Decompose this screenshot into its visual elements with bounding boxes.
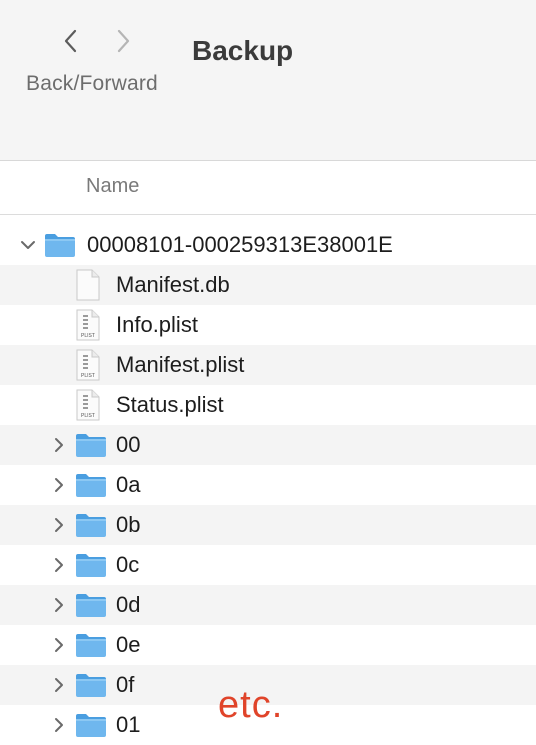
chevron-right-icon[interactable] [49, 705, 69, 745]
chevron-right-icon [117, 29, 130, 53]
file-row[interactable]: PLIST Manifest.plist [0, 345, 536, 385]
folder-icon [75, 705, 107, 745]
item-name: 0a [116, 472, 141, 497]
item-name: 0b [116, 512, 141, 537]
folder-row[interactable]: 0c [0, 545, 536, 585]
item-name: Manifest.db [116, 272, 230, 297]
folder-icon [75, 425, 107, 465]
chevron-right-icon[interactable] [49, 545, 69, 585]
folder-row[interactable]: 0e [0, 625, 536, 665]
item-name: 0d [116, 592, 141, 617]
item-name: 0f [116, 672, 135, 697]
plist-file-icon: PLIST [75, 345, 101, 385]
folder-icon [75, 585, 107, 625]
file-list: 00008101-000259313E38001E Manifest.db PLIS… [0, 225, 536, 745]
column-header-name[interactable]: Name [86, 175, 139, 198]
folder-row[interactable]: 0d [0, 585, 536, 625]
folder-row[interactable]: 0a [0, 465, 536, 505]
back-button[interactable] [56, 26, 86, 56]
folder-row[interactable]: 00 [0, 425, 536, 465]
chevron-right-icon[interactable] [49, 465, 69, 505]
folder-icon [75, 465, 107, 505]
chevron-right-icon[interactable] [49, 425, 69, 465]
item-name: Info.plist [116, 312, 198, 337]
folder-icon [44, 225, 76, 265]
window-title: Backup [192, 35, 294, 66]
folder-icon [75, 505, 107, 545]
plist-file-icon: PLIST [75, 305, 101, 345]
item-name: Status.plist [116, 392, 224, 417]
svg-text:PLIST: PLIST [81, 413, 95, 419]
toolbar: Back/Forward Backup [0, 0, 536, 161]
column-header-row: Name [0, 161, 536, 215]
item-name: 00 [116, 432, 141, 457]
chevron-right-icon[interactable] [49, 585, 69, 625]
chevron-left-icon [64, 29, 77, 53]
svg-text:PLIST: PLIST [81, 333, 95, 339]
forward-button[interactable] [108, 26, 138, 56]
item-name: 01 [116, 712, 141, 737]
item-name: 00008101-000259313E38001E [87, 232, 393, 257]
item-name: 0c [116, 552, 140, 577]
plist-file-icon: PLIST [75, 385, 101, 425]
document-icon [75, 265, 101, 305]
file-row[interactable]: Manifest.db [0, 265, 536, 305]
svg-text:PLIST: PLIST [81, 373, 95, 379]
folder-row[interactable]: 0b [0, 505, 536, 545]
folder-icon [75, 665, 107, 705]
nav-label: Back/Forward [26, 72, 158, 95]
annotation-text: etc. [218, 684, 284, 726]
chevron-right-icon[interactable] [49, 505, 69, 545]
item-name: Manifest.plist [116, 352, 245, 377]
chevron-right-icon[interactable] [49, 625, 69, 665]
file-row[interactable]: PLIST Status.plist [0, 385, 536, 425]
file-row[interactable]: PLIST Info.plist [0, 305, 536, 345]
folder-icon [75, 625, 107, 665]
folder-row[interactable]: 00008101-000259313E38001E [0, 225, 536, 265]
chevron-right-icon[interactable] [49, 665, 69, 705]
chevron-down-icon[interactable] [18, 225, 38, 265]
folder-icon [75, 545, 107, 585]
item-name: 0e [116, 632, 141, 657]
